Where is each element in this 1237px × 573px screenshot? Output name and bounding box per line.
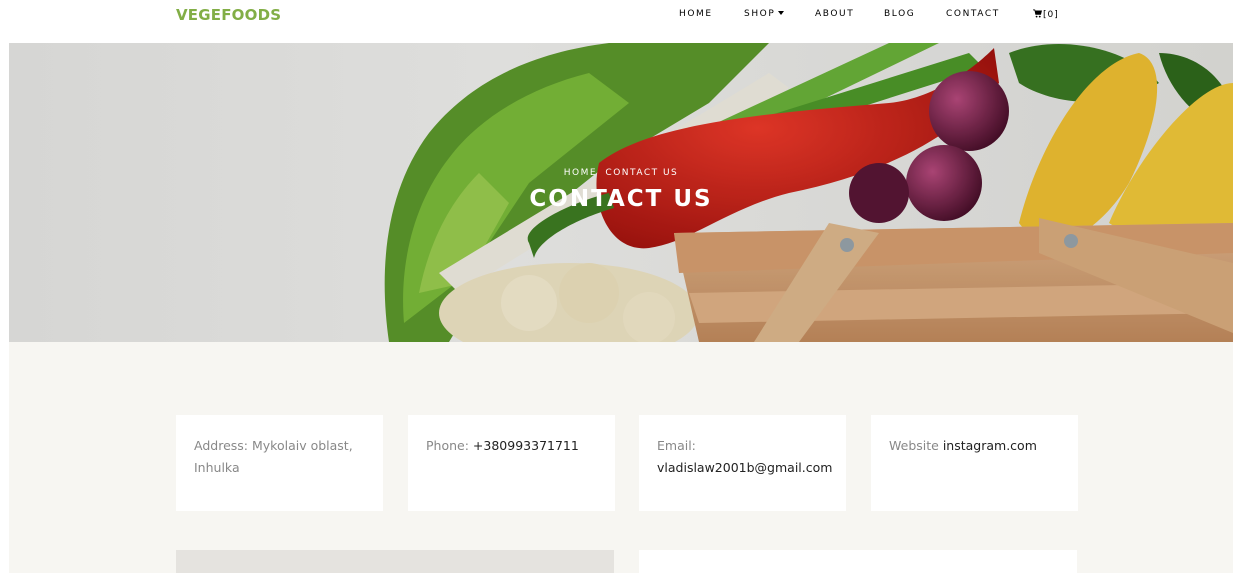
phone-card: Phone: +380993371711: [408, 415, 615, 511]
breadcrumb-current: CONTACT US: [605, 168, 679, 178]
address-card: Address: Mykolaiv oblast, Inhulka: [176, 415, 383, 511]
address-label: Address:: [194, 438, 248, 453]
nav-blog[interactable]: BLOG: [884, 9, 915, 19]
email-label: Email:: [657, 438, 696, 453]
nav-home[interactable]: HOME: [679, 9, 713, 19]
brand-logo[interactable]: VEGEFOODS: [176, 6, 281, 24]
contact-form: [639, 550, 1077, 573]
email-card: Email: vladislaw2001b@gmail.com: [639, 415, 846, 511]
phone-link[interactable]: +380993371711: [473, 438, 579, 453]
cart-icon: [1033, 9, 1042, 18]
page-title: CONTACT US: [529, 186, 713, 212]
phone-label: Phone:: [426, 438, 469, 453]
nav-shop-label: SHOP: [744, 9, 776, 19]
hero-banner: HOME CONTACT US CONTACT US: [9, 43, 1233, 342]
breadcrumb-home[interactable]: HOME: [564, 168, 597, 178]
email-link[interactable]: vladislaw2001b@gmail.com: [657, 460, 832, 475]
chevron-down-icon: [778, 11, 785, 15]
website-card: Website instagram.com: [871, 415, 1078, 511]
navbar: VEGEFOODS HOME SHOP ABOUT BLOG CONTACT […: [0, 0, 1237, 43]
website-label: Website: [889, 438, 939, 453]
nav-shop[interactable]: SHOP: [744, 9, 785, 19]
map-container[interactable]: [176, 550, 614, 573]
nav-contact[interactable]: CONTACT: [946, 9, 1000, 19]
website-link[interactable]: instagram.com: [943, 438, 1037, 453]
nav-about[interactable]: ABOUT: [815, 9, 854, 19]
breadcrumb: HOME CONTACT US: [9, 168, 1233, 178]
cart-count: [0]: [1043, 10, 1059, 20]
nav-cart[interactable]: [0]: [1033, 9, 1059, 20]
